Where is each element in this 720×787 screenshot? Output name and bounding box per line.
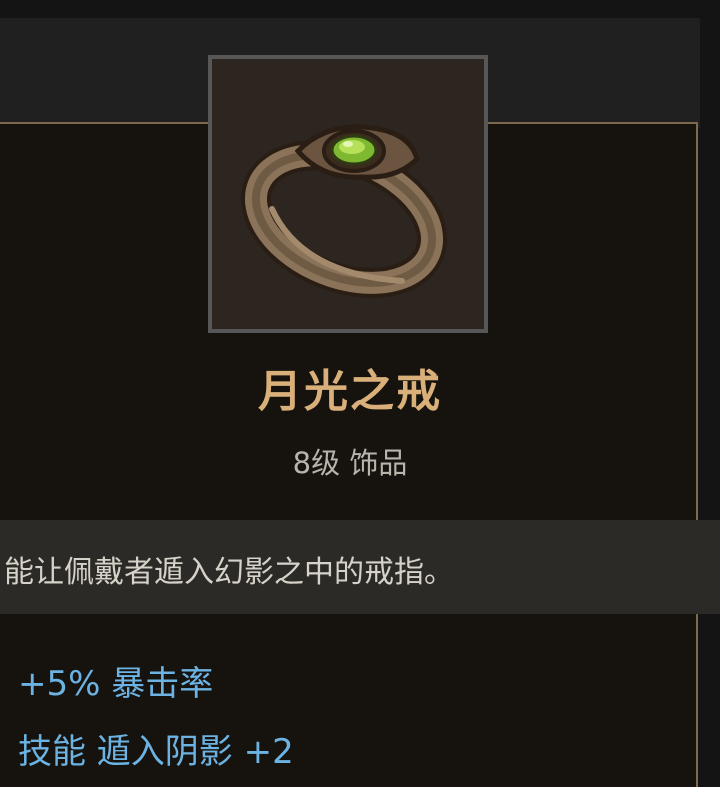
item-name: 月光之戒: [258, 366, 442, 417]
stat-skill-bonus: 技能 遁入阴影 +2: [18, 732, 294, 772]
item-description: 能让佩戴者遁入幻影之中的戒指。: [4, 555, 454, 590]
stat-crit-rate: +5% 暴击率: [18, 664, 214, 704]
item-level-type: 8级 饰品: [292, 446, 408, 480]
item-tooltip: 月光之戒 8级 饰品 能让佩戴者遁入幻影之中的戒指。 +5% 暴击率 技能 遁入…: [0, 0, 720, 787]
item-icon-frame: [208, 55, 488, 333]
ring-icon: [240, 124, 448, 298]
